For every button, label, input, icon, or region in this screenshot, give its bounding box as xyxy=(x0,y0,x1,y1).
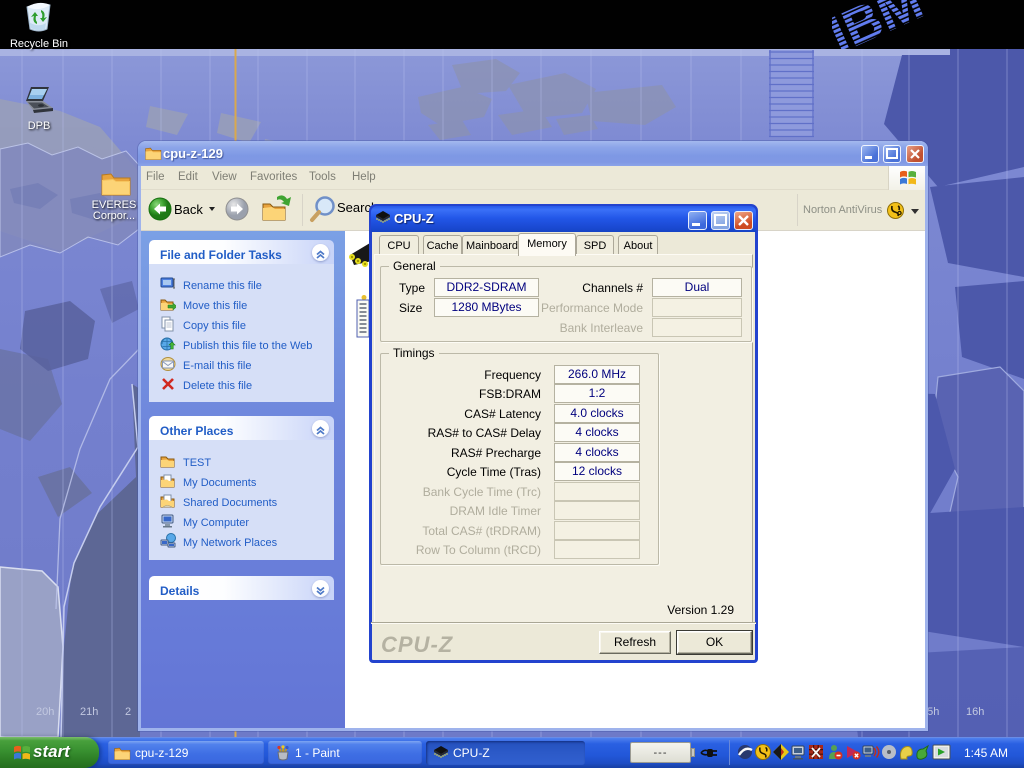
svg-text:20h: 20h xyxy=(36,706,54,718)
svg-text:Back: Back xyxy=(174,202,203,217)
svg-text:21h: 21h xyxy=(80,706,98,718)
svg-text:IBM: IBM xyxy=(832,0,931,54)
svg-text:16h: 16h xyxy=(966,706,984,718)
svg-text:2: 2 xyxy=(125,706,131,718)
